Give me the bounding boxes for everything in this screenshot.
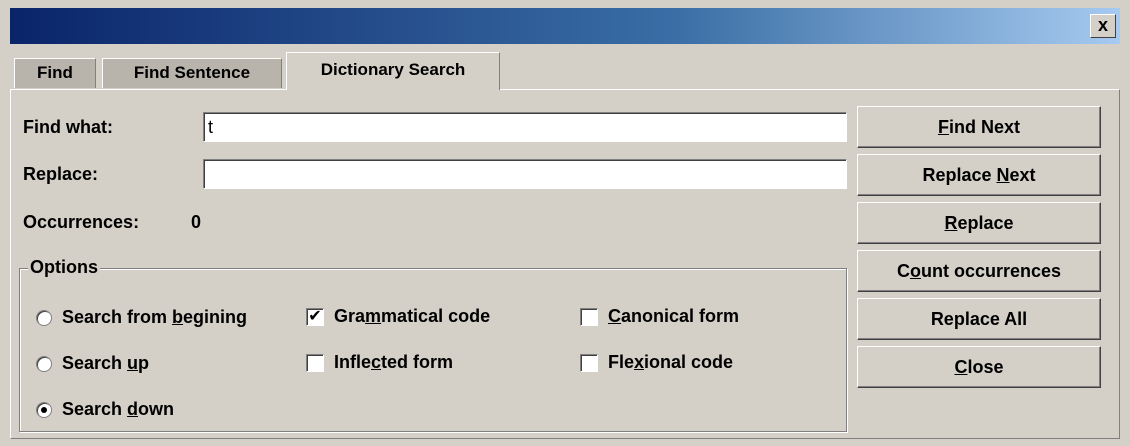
- tab-find-sentence[interactable]: Find Sentence: [102, 58, 282, 88]
- replace-all-button[interactable]: Replace All: [857, 298, 1101, 340]
- tab-find[interactable]: Find: [14, 58, 96, 88]
- options-legend: Options: [28, 257, 100, 278]
- checkbox-icon: [580, 353, 598, 372]
- radio-label: Search down: [62, 399, 175, 419]
- checkbox-label: Flexional code: [608, 352, 734, 372]
- radio-button-icon: [36, 401, 52, 418]
- tab-dictionary-search[interactable]: Dictionary Search: [286, 52, 500, 90]
- checkbox-grammatical-code[interactable]: ✔ Grammatical code: [306, 306, 490, 327]
- close-button[interactable]: Close: [857, 346, 1101, 388]
- checkbox-icon: ✔: [306, 307, 324, 326]
- checkbox-icon: [306, 353, 324, 372]
- radio-search-from-begining[interactable]: Search from begining: [36, 307, 247, 328]
- occurrences-label: Occurrences:: [23, 212, 140, 232]
- checkbox-inflected-form[interactable]: Inflected form: [306, 352, 453, 373]
- count-occurrences-button[interactable]: Count occurrences: [857, 250, 1101, 292]
- title-bar[interactable]: x: [10, 8, 1120, 44]
- radio-search-down[interactable]: Search down: [36, 399, 174, 420]
- checkbox-label: Grammatical code: [334, 306, 491, 326]
- radio-search-up[interactable]: Search up: [36, 353, 149, 374]
- checkbox-flexional-code[interactable]: Flexional code: [580, 352, 733, 373]
- replace-input[interactable]: [203, 159, 847, 189]
- dictionary-search-panel: Find what: Replace: Occurrences: 0 Optio…: [10, 89, 1120, 439]
- find-what-input[interactable]: [203, 112, 847, 142]
- checkbox-icon: [580, 307, 598, 326]
- find-next-button[interactable]: Find Next: [857, 106, 1101, 148]
- replace-button[interactable]: Replace: [857, 202, 1101, 244]
- radio-label: Search up: [62, 353, 150, 373]
- radio-label: Search from begining: [62, 307, 248, 327]
- find-what-label: Find what:: [23, 117, 113, 137]
- close-window-button[interactable]: x: [1090, 14, 1116, 38]
- checkbox-canonical-form[interactable]: Canonical form: [580, 306, 739, 327]
- dialog-window: x Find Find Sentence Dictionary Search F…: [0, 0, 1130, 446]
- radio-button-icon: [36, 355, 52, 372]
- replace-label: Replace:: [23, 164, 99, 184]
- radio-button-icon: [36, 309, 52, 326]
- checkbox-label: Inflected form: [334, 352, 454, 372]
- replace-next-button[interactable]: Replace Next: [857, 154, 1101, 196]
- close-icon: x: [1097, 15, 1108, 35]
- occurrences-count: 0: [191, 212, 202, 232]
- options-group: Options Search from begining Search up S…: [19, 257, 847, 432]
- checkbox-label: Canonical form: [608, 306, 740, 326]
